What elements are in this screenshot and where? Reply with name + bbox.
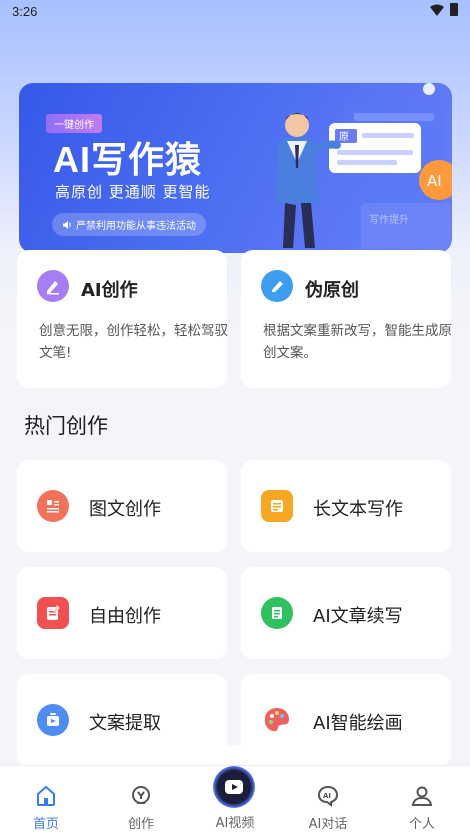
feature-free-write[interactable]: 自由创作 bbox=[17, 567, 227, 659]
feature-label: AI智能绘画 bbox=[313, 713, 403, 734]
rewrite-description: 根据文案重新改写，智能生成原创文案。 bbox=[263, 323, 452, 361]
feature-continue-write[interactable]: AI文章续写 bbox=[241, 567, 451, 659]
free-write-icon bbox=[37, 597, 69, 629]
tab-home[interactable]: 首页 bbox=[16, 766, 76, 837]
section-title: 热门创作 bbox=[24, 414, 108, 438]
ai-create-card[interactable]: AI创作 创意无限，创作轻松，轻松驾驭文笔! bbox=[17, 250, 228, 388]
battery-icon bbox=[450, 3, 458, 16]
banner-subtitle: 高原创 更通顺 更智能 bbox=[55, 183, 211, 201]
tab-profile[interactable]: 个人 bbox=[392, 766, 452, 837]
tab-ai-video[interactable] bbox=[213, 766, 255, 808]
pen-icon bbox=[37, 270, 69, 302]
feature-label: 文案提取 bbox=[89, 713, 161, 734]
wifi-icon bbox=[430, 4, 444, 16]
home-icon bbox=[37, 785, 55, 806]
feature-ai-painting[interactable]: AI智能绘画 bbox=[241, 674, 451, 766]
chat-icon: AI bbox=[317, 785, 339, 807]
status-bar: 3:26 bbox=[0, 0, 470, 22]
feature-label: 自由创作 bbox=[89, 606, 161, 627]
banner-art-badge-ai: AI bbox=[427, 172, 442, 190]
banner-art-caption: 写作提升 bbox=[369, 214, 409, 226]
tab-create[interactable]: 创作 bbox=[111, 766, 171, 837]
extract-icon bbox=[37, 704, 69, 736]
create-icon bbox=[132, 786, 150, 804]
banner-illustration: 写作提升 原 AI bbox=[275, 83, 452, 249]
palette-icon bbox=[261, 704, 293, 736]
banner-art-badge-orig: 原 bbox=[339, 131, 349, 143]
play-icon bbox=[225, 780, 243, 794]
continue-write-icon bbox=[261, 597, 293, 629]
banner-notice-text: 严禁利用功能从事违法活动 bbox=[76, 221, 196, 232]
rewrite-card[interactable]: 伪原创 根据文案重新改写，智能生成原创文案。 bbox=[241, 250, 452, 388]
feature-label: 长文本写作 bbox=[313, 499, 403, 520]
profile-icon bbox=[411, 786, 433, 806]
feature-label: 图文创作 bbox=[89, 499, 161, 520]
tab-label: 创作 bbox=[127, 817, 154, 832]
tab-label: 首页 bbox=[32, 817, 59, 832]
feature-extract[interactable]: 文案提取 bbox=[17, 674, 227, 766]
tab-label: 个人 bbox=[408, 817, 435, 832]
speaker-icon bbox=[63, 220, 71, 229]
feature-long-text[interactable]: 长文本写作 bbox=[241, 460, 451, 552]
tab-ai-video-label: AI视频 bbox=[215, 816, 255, 831]
banner-notice: 严禁利用功能从事违法活动 bbox=[52, 213, 206, 236]
edit-icon bbox=[261, 270, 293, 302]
ai-create-description: 创意无限，创作轻松，轻松驾驭文笔! bbox=[39, 323, 228, 361]
promo-banner[interactable]: 一键创作 AI写作猿 高原创 更通顺 更智能 严禁利用功能从事违法活动 写作提升… bbox=[19, 83, 452, 253]
tab-ai-chat[interactable]: AI AI对话 bbox=[298, 766, 358, 837]
feature-label: AI文章续写 bbox=[313, 606, 403, 627]
long-text-icon bbox=[261, 490, 293, 522]
banner-title: AI写作猿 bbox=[53, 139, 203, 180]
ai-create-title: AI创作 bbox=[81, 280, 138, 301]
svg-text:AI: AI bbox=[323, 792, 331, 800]
rewrite-title: 伪原创 bbox=[305, 280, 359, 301]
tab-label: AI对话 bbox=[308, 817, 348, 832]
status-time: 3:26 bbox=[12, 4, 38, 19]
image-text-icon bbox=[37, 490, 69, 522]
feature-image-text[interactable]: 图文创作 bbox=[17, 460, 227, 552]
